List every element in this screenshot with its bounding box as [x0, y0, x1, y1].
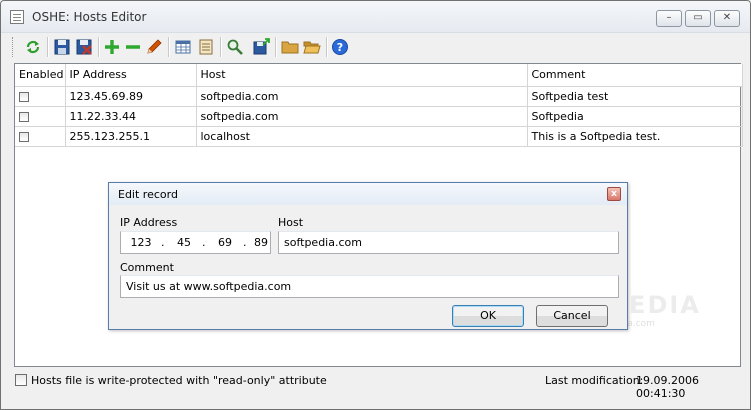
ip-cell: 11.22.33.44: [65, 106, 197, 127]
enabled-cell: [15, 126, 66, 147]
title-bar[interactable]: OSHE: Hosts Editor – ▭ ✕: [1, 1, 750, 33]
edit-pencil-icon: [147, 39, 162, 54]
table-view-icon: [175, 40, 191, 54]
remove-icon: [126, 45, 140, 49]
export-icon: [253, 38, 270, 55]
last-modification-value: 19.09.2006 00:41:30: [636, 374, 699, 400]
host-label: Host: [278, 216, 304, 229]
table-view-button[interactable]: [172, 36, 194, 58]
enabled-checkbox[interactable]: [19, 111, 29, 122]
search-icon: [227, 39, 243, 55]
folder-icon: [281, 41, 299, 54]
readonly-label[interactable]: Hosts file is write-protected with "read…: [31, 374, 327, 387]
toolbar-separator: [47, 37, 48, 57]
ip-separator: .: [202, 236, 206, 249]
toolbar: ?: [1, 33, 750, 61]
host-cell: softpedia.com: [196, 86, 528, 107]
app-icon: [10, 10, 24, 24]
ip-separator: .: [243, 236, 247, 249]
delete-file-icon: [76, 39, 92, 55]
refresh-icon: [26, 40, 40, 54]
readonly-checkbox[interactable]: [15, 374, 27, 386]
maximize-button[interactable]: ▭: [685, 10, 711, 27]
host-field[interactable]: softpedia.com: [278, 231, 619, 254]
toolbar-separator: [326, 37, 327, 57]
host-cell: localhost: [196, 126, 528, 147]
table-header-row: Enabled IP Address Host Comment: [15, 64, 743, 87]
toolbar-separator: [275, 37, 276, 57]
add-record-button[interactable]: [101, 36, 123, 58]
ip-address-field[interactable]: 123 . 45 . 69 . 89: [120, 231, 271, 254]
dialog-title-bar[interactable]: Edit record x: [109, 183, 627, 205]
window-title: OSHE: Hosts Editor: [32, 10, 147, 24]
host-cell: softpedia.com: [196, 106, 528, 127]
table-row[interactable]: 255.123.255.1 localhost This is a Softpe…: [15, 126, 743, 147]
minimize-button[interactable]: –: [656, 10, 682, 27]
ip-octet[interactable]: 45: [172, 232, 196, 253]
remove-record-button[interactable]: [122, 36, 144, 58]
toolbar-grip[interactable]: [12, 37, 15, 57]
comment-field[interactable]: Visit us at www.softpedia.com: [120, 275, 619, 298]
ip-cell: 255.123.255.1: [65, 126, 197, 147]
toolbar-separator: [168, 37, 169, 57]
toolbar-separator: [98, 37, 99, 57]
close-button[interactable]: ✕: [714, 10, 740, 27]
column-header-ip[interactable]: IP Address: [65, 64, 197, 87]
table-row[interactable]: 11.22.33.44 softpedia.com Softpedia: [15, 106, 743, 127]
open-folder-icon: [303, 41, 321, 54]
notes-icon: [199, 39, 213, 55]
column-header-comment[interactable]: Comment: [527, 64, 743, 87]
column-header-enabled[interactable]: Enabled: [15, 64, 66, 87]
help-icon: ?: [332, 39, 348, 55]
dialog-close-button[interactable]: x: [607, 187, 621, 201]
folder-button[interactable]: [279, 36, 301, 58]
ip-cell: 123.45.69.89: [65, 86, 197, 107]
add-icon: [105, 40, 119, 54]
dialog-title: Edit record: [118, 188, 178, 201]
export-button[interactable]: [250, 36, 272, 58]
enabled-cell: [15, 106, 66, 127]
open-folder-button[interactable]: [301, 36, 323, 58]
ip-octet[interactable]: 69: [213, 232, 237, 253]
ip-octet[interactable]: 123: [129, 232, 153, 253]
notes-button[interactable]: [195, 36, 217, 58]
edit-record-button[interactable]: [143, 36, 165, 58]
cancel-button[interactable]: Cancel: [536, 305, 608, 327]
refresh-button[interactable]: [22, 36, 44, 58]
last-modification-label: Last modification:: [545, 374, 644, 387]
table-row[interactable]: 123.45.69.89 softpedia.com Softpedia tes…: [15, 86, 743, 107]
enabled-checkbox[interactable]: [19, 91, 29, 102]
ip-address-label: IP Address: [120, 216, 178, 229]
enabled-checkbox[interactable]: [19, 131, 29, 142]
comment-label: Comment: [120, 261, 174, 274]
main-window: OSHE: Hosts Editor – ▭ ✕ ? Enabled IP Ad…: [0, 0, 751, 410]
column-header-host[interactable]: Host: [196, 64, 528, 87]
edit-record-dialog: Edit record x IP Address 123 . 45 . 69 .…: [108, 182, 628, 330]
help-button[interactable]: ?: [329, 36, 351, 58]
search-button[interactable]: [224, 36, 246, 58]
delete-file-button[interactable]: [73, 36, 95, 58]
save-icon: [54, 39, 70, 55]
ip-octet[interactable]: 89: [249, 232, 273, 253]
comment-cell: This is a Softpedia test.: [527, 126, 743, 147]
enabled-cell: [15, 86, 66, 107]
comment-cell: Softpedia test: [527, 86, 743, 107]
comment-cell: Softpedia: [527, 106, 743, 127]
svg-text:?: ?: [337, 41, 343, 54]
save-button[interactable]: [51, 36, 73, 58]
ip-separator: .: [161, 236, 165, 249]
status-bar: Hosts file is write-protected with "read…: [1, 371, 750, 400]
ok-button[interactable]: OK: [452, 305, 524, 327]
toolbar-separator: [220, 37, 221, 57]
